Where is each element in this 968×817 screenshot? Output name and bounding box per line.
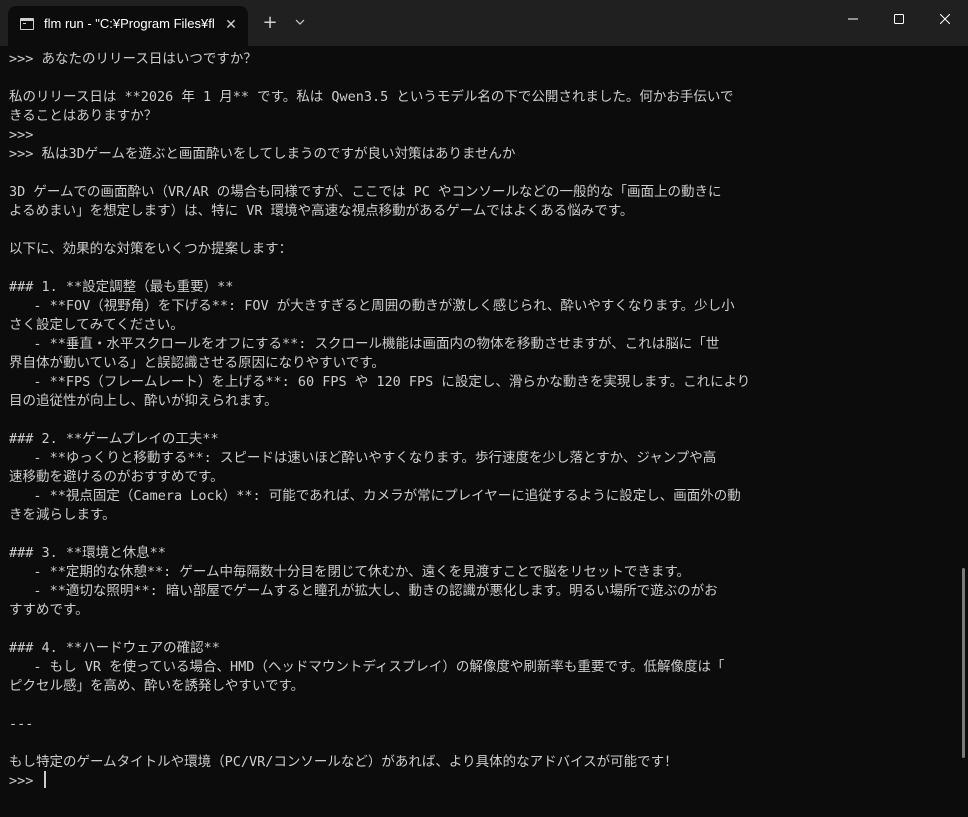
terminal-line: - **FPS（フレームレート）を上げる**: 60 FPS や 120 FPS… — [9, 374, 751, 390]
terminal-line: - **垂直・水平スクロールをオフにする**: スクロール機能は画面内の物体を移… — [9, 336, 720, 352]
terminal-icon — [20, 18, 34, 30]
terminal-line: ### 1. **設定調整（最も重要）** — [9, 279, 234, 295]
scrollbar-thumb[interactable] — [962, 568, 965, 758]
terminal-line: - **FOV（視野角）を下げる**: FOV が大きすぎると周囲の動きが激しく… — [9, 298, 735, 314]
terminal-line: --- — [9, 716, 34, 732]
terminal-line: よるめまい」を想定します）は、特に VR 環境や高速な視点移動があるゲームではよ… — [9, 203, 634, 219]
minimize-button[interactable] — [830, 0, 876, 40]
terminal-window: flm run - "C:¥Program Files¥flm ✕ + >>> … — [0, 0, 968, 817]
maximize-icon — [894, 14, 904, 24]
minimize-icon — [848, 18, 858, 20]
terminal-line: ### 2. **ゲームプレイの工夫** — [9, 431, 219, 447]
title-bar[interactable]: flm run - "C:¥Program Files¥flm ✕ + — [0, 0, 968, 46]
tab-active[interactable]: flm run - "C:¥Program Files¥flm ✕ — [8, 6, 248, 46]
terminal-line: 以下に、効果的な対策をいくつか提案します： — [9, 241, 293, 257]
terminal-line: 界自体が動いている」と誤認識させる原因になりやすいです。 — [9, 355, 385, 371]
terminal-line: 3D ゲームでの画面酔い（VR/AR の場合も同様ですが、ここでは PC やコン… — [9, 184, 722, 200]
terminal-line: ### 3. **環境と休息** — [9, 545, 166, 561]
close-icon — [940, 14, 950, 24]
terminal-line: ピクセル感」を高め、酔いを誘発しやすいです。 — [9, 678, 305, 694]
terminal-line: >>> あなたのリリース日はいつですか？ — [9, 51, 257, 67]
text-cursor — [44, 771, 46, 788]
terminal-line: すすめです。 — [9, 602, 89, 618]
tab-close-icon[interactable]: ✕ — [220, 14, 242, 36]
terminal-line: >>> 私は3Dゲームを遊ぶと画面酔いをしてしまうのですが良い対策はありませんか — [9, 146, 516, 162]
terminal-line: きることはありますか？ — [9, 108, 158, 124]
terminal-line: 私のリリース日は **2026 年 1 月** です。私は Qwen3.5 とい… — [9, 89, 734, 105]
maximize-button[interactable] — [876, 0, 922, 40]
terminal-line: もし特定のゲームタイトルや環境（PC/VR/コンソールなど）があれば、より具体的… — [9, 754, 678, 770]
tab-title: flm run - "C:¥Program Files¥flm — [44, 16, 214, 31]
terminal-line: - もし VR を使っている場合、HMD（ヘッドマウントディスプレイ）の解像度や… — [9, 659, 725, 675]
chevron-down-icon[interactable] — [290, 12, 310, 36]
terminal-line: きを減らします。 — [9, 507, 116, 523]
terminal-line: さく設定してみてください。 — [9, 317, 184, 333]
close-button[interactable] — [922, 0, 968, 40]
terminal-line: - **適切な照明**: 暗い部屋でゲームすると瞳孔が拡大し、動きの認識が悪化し… — [9, 583, 718, 599]
terminal-output[interactable]: >>> あなたのリリース日はいつですか？ 私のリリース日は **2026 年 1… — [0, 46, 960, 817]
terminal-line: - **定期的な休憩**: ゲーム中毎隔数十分目を閉じて休むか、遠くを見渡すこと… — [9, 564, 690, 580]
terminal-prompt: >>> — [9, 773, 34, 789]
terminal-line: - **視点固定（Camera Lock）**: 可能であれば、カメラが常にプレ… — [9, 488, 741, 504]
terminal-line: 目の追従性が向上し、酔いが抑えられます。 — [9, 393, 278, 409]
terminal-line: - **ゆっくりと移動する**: スピードは速いほど酔いやすくなります。歩行速度… — [9, 450, 717, 466]
new-tab-button[interactable]: + — [258, 12, 282, 36]
terminal-line: >>> — [9, 127, 34, 143]
terminal-line: 速移動を避けるのがおすすめです。 — [9, 469, 224, 485]
terminal-line: ### 4. **ハードウェアの確認** — [9, 640, 220, 656]
